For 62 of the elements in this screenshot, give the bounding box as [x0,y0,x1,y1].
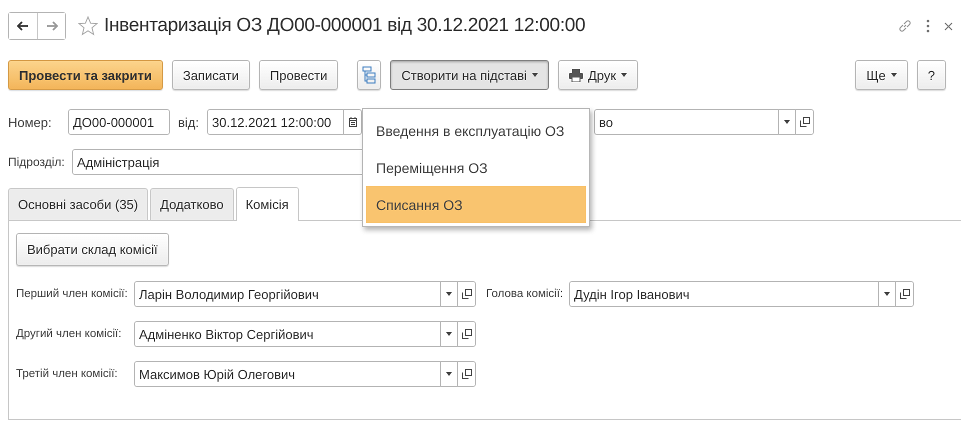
back-arrow-icon [17,21,29,31]
open-icon [800,117,810,127]
input-field[interactable]: 30.12.2021 12:00:00 [207,109,344,135]
field-label: Голова комісії: [485,288,564,300]
forward-arrow-icon [46,21,58,31]
open-icon [900,289,910,299]
window-title: Інвентаризація ОЗ ДО00-000001 від 30.12.2021 12:00:00 [104,15,586,37]
hierarchy-icon [362,66,376,84]
more-icon[interactable] [926,19,930,33]
dropdown-button[interactable] [878,281,895,307]
select-commission-button[interactable]: Вибрати склад комісії [16,233,169,266]
star-icon[interactable] [78,16,98,36]
caret-icon [784,120,790,124]
input-field[interactable]: Дудін Ігор Іванович [569,281,878,307]
caret-icon [446,292,452,296]
open-icon [462,289,472,299]
input-field[interactable]: ДО00-000001 [68,109,170,135]
field-label: Перший член комісії: [16,288,129,300]
caret-icon [446,332,452,336]
menu-button[interactable]: Створити на підставі [390,60,549,90]
dropdown-button[interactable] [440,361,457,387]
field-label: Третій член комісії: [16,368,119,380]
input-field[interactable]: Ларін Володимир Георгійович [134,281,440,307]
print-button[interactable]: Друк [558,60,638,90]
toolbar-button[interactable]: ? [916,60,946,90]
input-field[interactable]: во [594,109,778,135]
input-field[interactable]: Адміненко Віктор Сергійович [134,321,440,347]
field-label: Другий член комісії: [16,328,122,340]
dropdown-button[interactable] [778,109,795,135]
open-button[interactable] [457,321,476,347]
open-button[interactable] [457,361,476,387]
menu-item[interactable]: Списання ОЗ [366,186,586,223]
dropdown-button[interactable] [440,321,457,347]
caret-icon [532,73,538,77]
open-icon [462,369,472,379]
open-button[interactable] [895,281,914,307]
toolbar-button[interactable]: Провести [258,60,338,90]
caret-icon [621,73,628,77]
caret-icon [890,73,897,77]
tab[interactable]: Комісія [236,187,299,221]
calendar-button[interactable] [344,109,362,135]
open-button[interactable] [795,109,814,135]
toolbar-button[interactable]: Записати [172,60,250,90]
post-close-button[interactable]: Провести та закрити [8,60,163,90]
structure-button[interactable] [357,60,382,90]
dropdown-button[interactable] [440,281,457,307]
close-icon[interactable] [944,22,953,30]
caret-icon [446,372,452,376]
printer-icon [568,68,583,82]
menu-button[interactable]: Ще [855,60,908,90]
field-label: Підрозділ: [8,155,66,169]
link-icon[interactable] [898,19,912,33]
field-label: Номер: [8,114,53,130]
caret-icon [884,292,890,296]
menu-item[interactable]: Введення в експлуатацію ОЗ [366,112,586,149]
field-label: від: [178,114,199,130]
tab[interactable]: Основні засоби (35) [8,188,148,220]
open-button[interactable] [457,281,476,307]
open-icon [462,329,472,339]
input-field[interactable]: Максимов Юрій Олегович [134,361,440,387]
calendar-icon [348,117,356,127]
tab[interactable]: Додатково [150,188,234,220]
